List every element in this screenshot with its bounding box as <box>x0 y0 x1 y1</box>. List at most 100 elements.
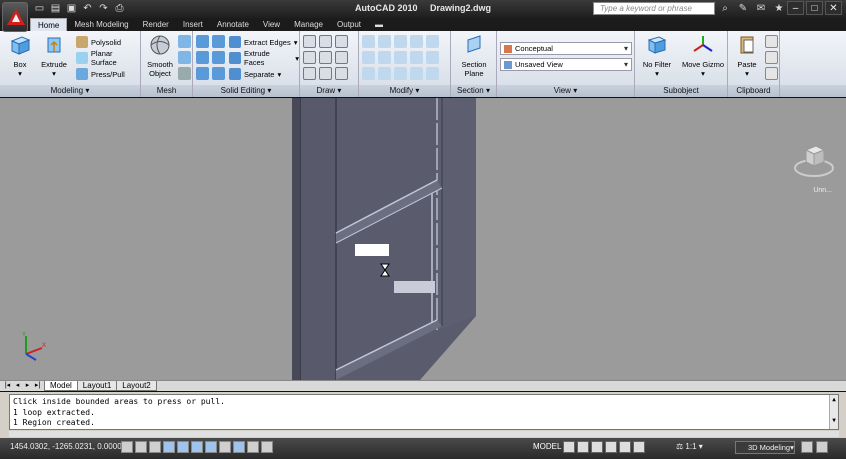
annotation-scale[interactable]: ⚖ 1:1 ▾ <box>676 442 703 451</box>
prev-layout-icon[interactable]: ◂ <box>13 381 22 391</box>
application-menu-button[interactable] <box>2 2 28 32</box>
subtract-icon[interactable] <box>196 51 209 64</box>
panel-title-solid-editing[interactable]: Solid Editing ▾ <box>193 85 299 97</box>
planar-surface-button[interactable]: Planar Surface <box>76 49 140 67</box>
ducs-toggle[interactable] <box>219 441 231 453</box>
layout-tab-model[interactable]: Model <box>44 381 78 391</box>
move-gizmo-button[interactable]: Move Gizmo ▾ <box>681 34 725 78</box>
workspace-switcher[interactable]: 3D Modeling▾ <box>735 441 795 454</box>
union-icon[interactable] <box>196 35 209 48</box>
scale-icon[interactable] <box>410 51 423 64</box>
coordinate-readout[interactable]: 1454.0302, -1265.0231, 0.0000 <box>10 442 122 451</box>
snap-toggle[interactable] <box>121 441 133 453</box>
tab-view[interactable]: View <box>256 18 287 31</box>
thicken-icon[interactable] <box>212 67 225 80</box>
lock-icon[interactable] <box>801 441 813 453</box>
viewcube[interactable] <box>792 138 836 184</box>
extrude-faces-button[interactable]: Extrude Faces ▾ <box>229 49 299 67</box>
drawing-viewport[interactable]: Unn... Y X <box>0 98 846 380</box>
panel-title-section[interactable]: Section ▾ <box>451 85 496 97</box>
match-properties-icon[interactable] <box>410 67 423 80</box>
box-button[interactable]: Box ▾ <box>2 34 38 78</box>
tab-render[interactable]: Render <box>136 18 176 31</box>
array-icon[interactable] <box>362 67 375 80</box>
favorites-icon[interactable]: ★ <box>772 2 786 15</box>
slice-icon[interactable] <box>212 35 225 48</box>
last-layout-icon[interactable]: ▸| <box>33 381 42 391</box>
mesh-crease-icon[interactable] <box>178 51 191 64</box>
maximize-button[interactable]: □ <box>806 1 823 15</box>
model-space-button[interactable]: MODEL <box>533 442 561 451</box>
command-input[interactable] <box>9 431 839 437</box>
erase-icon[interactable] <box>426 67 439 80</box>
circle-icon[interactable] <box>319 35 332 48</box>
polar-toggle[interactable] <box>163 441 175 453</box>
line-icon[interactable] <box>303 35 316 48</box>
region-icon[interactable] <box>335 67 348 80</box>
panel-title-draw[interactable]: Draw ▾ <box>300 85 358 97</box>
minimize-button[interactable]: – <box>787 1 804 15</box>
move-icon[interactable] <box>362 35 375 48</box>
copy-icon[interactable] <box>362 51 375 64</box>
tab-mesh-modeling[interactable]: Mesh Modeling <box>67 18 135 31</box>
panel-title-mesh[interactable]: Mesh <box>141 85 192 97</box>
ortho-toggle[interactable] <box>149 441 161 453</box>
close-button[interactable]: ✕ <box>825 1 842 15</box>
fillet-icon[interactable] <box>410 35 423 48</box>
named-view-select[interactable]: Unsaved View <box>500 58 632 71</box>
cut-icon[interactable] <box>765 35 778 48</box>
tab-home[interactable]: Home <box>30 18 68 31</box>
command-history[interactable]: Click inside bounded areas to press or p… <box>9 394 839 430</box>
paste-button[interactable]: Paste ▾ <box>729 34 765 78</box>
panel-title-view[interactable]: View ▾ <box>497 85 634 97</box>
grid-toggle[interactable] <box>135 441 147 453</box>
steering-wheel-icon[interactable] <box>619 441 631 453</box>
visual-style-select[interactable]: Conceptual <box>500 42 632 55</box>
tools-icon[interactable]: ✎ <box>736 2 750 15</box>
trim-icon[interactable] <box>394 35 407 48</box>
mesh-refine-icon[interactable] <box>178 35 191 48</box>
section-plane-button[interactable]: Section Plane <box>456 34 492 78</box>
mirror-icon[interactable] <box>378 51 391 64</box>
layout-tab-layout2[interactable]: Layout2 <box>116 381 157 391</box>
intersect-icon[interactable] <box>196 67 209 80</box>
extrude-button[interactable]: Extrude ▾ <box>36 34 72 78</box>
panel-title-subobject[interactable]: Subobject <box>635 85 727 97</box>
tab-output[interactable]: Output <box>330 18 368 31</box>
rectangle-icon[interactable] <box>319 67 332 80</box>
quick-properties-toggle[interactable] <box>261 441 273 453</box>
extract-edges-button[interactable]: Extract Edges ▾ <box>229 35 297 49</box>
viewcube-ucs-label[interactable]: Unn... <box>813 187 832 194</box>
command-scrollbar[interactable]: ▲ ▼ <box>829 395 838 429</box>
polysolid-button[interactable]: Polysolid <box>76 35 121 49</box>
communication-icon[interactable]: ✉ <box>754 2 768 15</box>
mesh-smooth-more-icon[interactable] <box>178 67 191 80</box>
separate-button[interactable]: Separate ▾ <box>229 67 281 81</box>
stretch-icon[interactable] <box>394 51 407 64</box>
ribbon-minimize-icon[interactable]: ▬ <box>368 18 390 31</box>
tab-insert[interactable]: Insert <box>176 18 210 31</box>
ellipse-icon[interactable] <box>335 51 348 64</box>
rotate-icon[interactable] <box>378 35 391 48</box>
quick-view-layouts-icon[interactable] <box>563 441 575 453</box>
panel-title-modify[interactable]: Modify ▾ <box>359 85 450 97</box>
search-input[interactable]: Type a keyword or phrase <box>593 2 715 15</box>
3d-osnap-toggle[interactable] <box>191 441 203 453</box>
tab-manage[interactable]: Manage <box>287 18 330 31</box>
no-filter-button[interactable]: No Filter ▾ <box>639 34 675 78</box>
3d-move-icon[interactable] <box>394 67 407 80</box>
match-icon[interactable] <box>765 67 778 80</box>
arc-icon[interactable] <box>335 35 348 48</box>
explode-icon[interactable] <box>426 35 439 48</box>
offset-icon[interactable] <box>426 51 439 64</box>
layout-tab-layout1[interactable]: Layout1 <box>76 381 118 391</box>
press-pull-button[interactable]: Press/Pull <box>76 67 125 81</box>
polyline-icon[interactable] <box>319 51 332 64</box>
tab-annotate[interactable]: Annotate <box>210 18 256 31</box>
first-layout-icon[interactable]: |◂ <box>3 381 12 391</box>
next-layout-icon[interactable]: ▸ <box>23 381 32 391</box>
align-icon[interactable] <box>378 67 391 80</box>
panel-title-clipboard[interactable]: Clipboard <box>728 85 779 97</box>
copy-clip-icon[interactable] <box>765 51 778 64</box>
lineweight-toggle[interactable] <box>247 441 259 453</box>
